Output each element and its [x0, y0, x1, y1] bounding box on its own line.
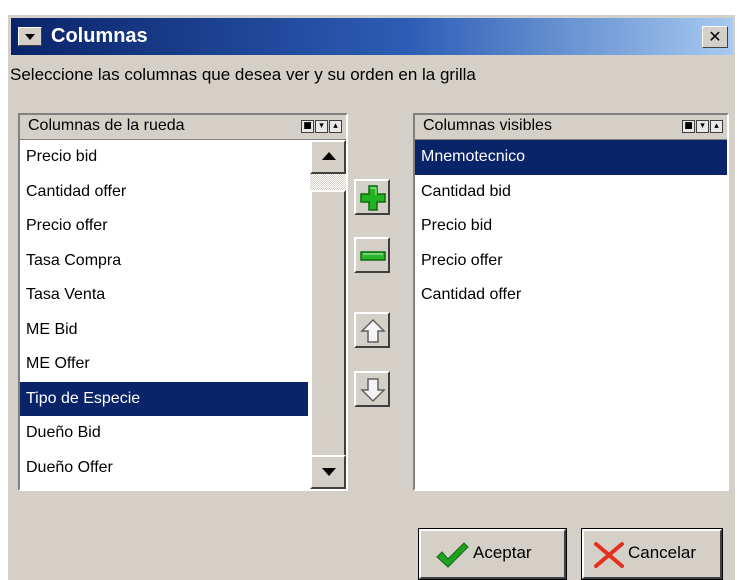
header-sort-down-icon[interactable]: ▾: [696, 120, 709, 133]
scroll-thumb[interactable]: [310, 190, 346, 462]
available-item[interactable]: ME Bid: [20, 313, 308, 348]
available-item[interactable]: ME Offer: [20, 347, 308, 382]
add-column-button[interactable]: [354, 179, 390, 215]
x-cancel-icon: [594, 542, 624, 568]
header-square-icon[interactable]: ■: [301, 120, 314, 133]
cancel-button-label: Cancelar: [628, 543, 697, 562]
visible-item[interactable]: Cantidad bid: [415, 175, 727, 210]
scroll-down-button[interactable]: [310, 455, 346, 489]
scroll-up-button[interactable]: [310, 140, 346, 174]
instruction-text: Seleccione las columnas que desea ver y …: [10, 65, 476, 84]
available-item[interactable]: Dueño Bid: [20, 416, 308, 451]
checkmark-icon: [436, 542, 469, 568]
header-sort-icons[interactable]: ■ ▾ ▴: [681, 120, 723, 133]
visible-columns-header: Columnas visibles ■ ▾ ▴: [415, 115, 727, 140]
minus-icon: [360, 251, 386, 261]
header-sort-down-icon[interactable]: ▾: [315, 120, 328, 133]
arrow-down-icon: [360, 378, 386, 403]
visible-item[interactable]: Precio bid: [415, 209, 727, 244]
visible-item[interactable]: Mnemotecnico: [415, 140, 727, 175]
accept-button-label: Aceptar: [473, 543, 532, 562]
move-up-button[interactable]: [354, 312, 390, 348]
visible-item[interactable]: Precio offer: [415, 244, 727, 279]
visible-columns-list[interactable]: Columnas visibles ■ ▾ ▴ Mnemotecnico Cant…: [413, 113, 729, 491]
available-columns-header-label: Columnas de la rueda: [28, 117, 185, 134]
close-button[interactable]: ✕: [702, 26, 728, 48]
cancel-button[interactable]: Cancelar: [581, 528, 723, 580]
dialog-title: Columnas: [51, 25, 148, 47]
available-columns-header: Columnas de la rueda ■ ▾ ▴: [20, 115, 346, 140]
visible-columns-header-label: Columnas visibles: [423, 117, 552, 134]
system-menu-icon[interactable]: [18, 27, 42, 46]
title-bar[interactable]: Columnas ✕: [11, 18, 733, 55]
accept-button[interactable]: Aceptar: [418, 528, 567, 580]
available-item[interactable]: Precio offer: [20, 209, 308, 244]
visible-item[interactable]: Cantidad offer: [415, 278, 727, 313]
available-item[interactable]: Tasa Compra: [20, 244, 308, 279]
visible-columns-items: Mnemotecnico Cantidad bid Precio bid Precio…: [415, 140, 727, 489]
available-item[interactable]: Tipo de Especie: [20, 381, 308, 416]
available-item[interactable]: Dueño Offer: [20, 451, 308, 486]
plus-icon: [360, 185, 386, 211]
columns-dialog: Columnas ✕ Seleccione las columnas que d…: [7, 14, 735, 580]
available-columns-list[interactable]: Columnas de la rueda ■ ▾ ▴ Precio bid Can…: [18, 113, 348, 491]
header-sort-up-icon[interactable]: ▴: [710, 120, 723, 133]
available-columns-items: Precio bid Cantidad offer Precio offer Tasa…: [20, 140, 308, 489]
header-sort-up-icon[interactable]: ▴: [329, 120, 342, 133]
available-item[interactable]: Tasa Venta: [20, 278, 308, 313]
remove-column-button[interactable]: [354, 237, 390, 273]
header-sort-icons[interactable]: ■ ▾ ▴: [300, 120, 342, 133]
vertical-scrollbar[interactable]: [310, 140, 346, 489]
available-item[interactable]: Cantidad offer: [20, 175, 308, 210]
available-item[interactable]: Precio bid: [20, 140, 308, 175]
header-square-icon[interactable]: ■: [682, 120, 695, 133]
move-down-button[interactable]: [354, 371, 390, 407]
arrow-up-icon: [360, 318, 386, 343]
